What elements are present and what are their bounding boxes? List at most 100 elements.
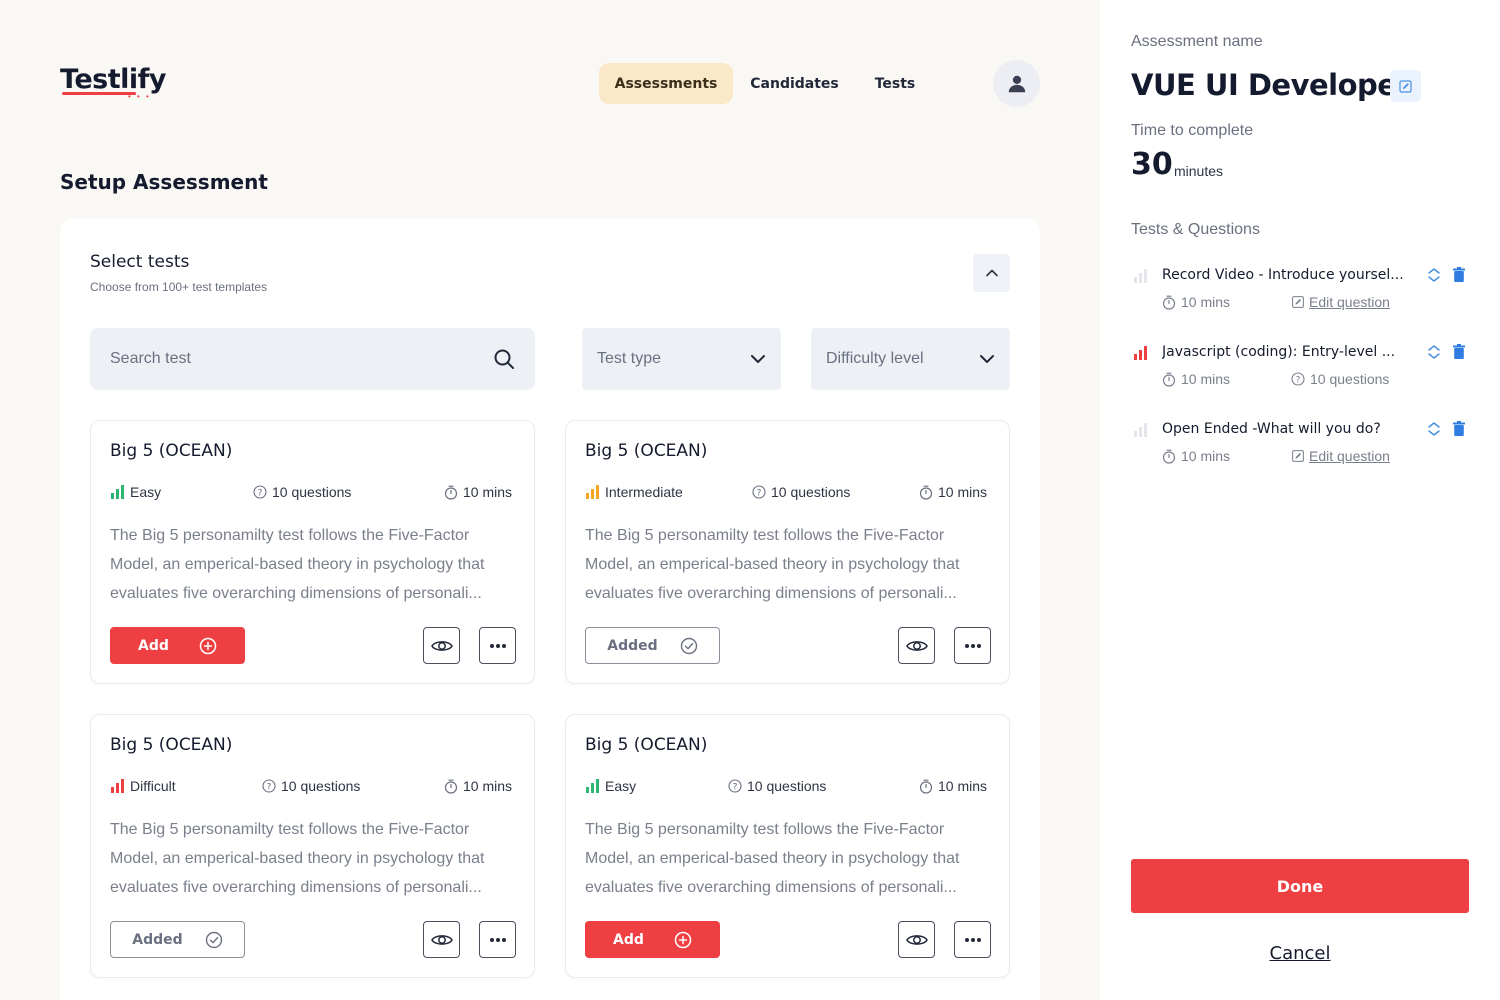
added-button[interactable]: Added xyxy=(585,627,720,664)
nav-tests[interactable]: Tests xyxy=(860,63,930,104)
more-icon xyxy=(964,937,981,942)
select-tests-panel: Select tests Choose from 100+ test templ… xyxy=(60,219,1040,1000)
cancel-button[interactable]: Cancel xyxy=(1131,943,1469,964)
selected-test-item: Record Video - Introduce yoursel... 10 m… xyxy=(1131,263,1471,323)
more-options-button[interactable] xyxy=(954,921,991,958)
edit-icon xyxy=(1292,296,1304,308)
questions-meta: ? 10 questions xyxy=(1291,371,1389,387)
reorder-icon[interactable] xyxy=(1427,421,1441,437)
difficulty-label: Intermediate xyxy=(605,484,683,500)
duration-meta: 10 mins xyxy=(1162,294,1230,310)
user-avatar[interactable] xyxy=(993,60,1040,107)
timer-icon xyxy=(1162,295,1176,310)
selected-test-item: Javascript (coding): Entry-level ... 10 … xyxy=(1131,340,1471,400)
trash-icon[interactable] xyxy=(1453,344,1465,359)
duration-value: 10 mins xyxy=(938,778,988,794)
test-card-description: The Big 5 personamilty test follows the … xyxy=(585,527,960,602)
added-button-label: Added xyxy=(607,637,658,654)
page-title: Setup Assessment xyxy=(60,170,268,194)
reorder-icon[interactable] xyxy=(1427,267,1441,283)
logo-dots: • • • xyxy=(128,92,151,101)
user-icon xyxy=(1008,75,1025,92)
duration-meta: 10 mins xyxy=(1162,448,1230,464)
test-card-title: Big 5 (OCEAN) xyxy=(585,441,708,461)
difficulty-meta: Difficult xyxy=(110,778,176,794)
duration-value: 10 mins xyxy=(463,484,513,500)
reorder-icon[interactable] xyxy=(1427,344,1441,360)
brand-logo[interactable]: Testlify xyxy=(60,64,166,95)
plus-circle-icon xyxy=(674,931,692,948)
preview-button[interactable] xyxy=(898,627,935,664)
add-button[interactable]: Add xyxy=(110,627,245,664)
test-card: Big 5 (OCEAN) Difficult ? 10 questions 1… xyxy=(90,714,535,978)
difficulty-meta: Easy xyxy=(585,778,636,794)
selected-test-title: Javascript (coding): Entry-level ... xyxy=(1162,344,1396,360)
difficulty-meta: Intermediate xyxy=(585,484,683,500)
added-button[interactable]: Added xyxy=(110,921,245,958)
time-unit: minutes xyxy=(1174,163,1224,179)
tests-questions-label: Tests & Questions xyxy=(1131,221,1260,238)
assessment-name-label: Assessment name xyxy=(1131,33,1263,50)
duration-meta: 10 mins xyxy=(919,778,987,794)
nav-candidates[interactable]: Candidates xyxy=(741,63,848,104)
timer-icon xyxy=(444,779,458,794)
add-button-label: Add xyxy=(613,931,644,948)
add-button[interactable]: Add xyxy=(585,921,720,958)
test-card: Big 5 (OCEAN) Easy ? 10 questions 10 min… xyxy=(565,714,1010,978)
collapse-button[interactable] xyxy=(973,254,1010,292)
edit-icon xyxy=(1292,450,1304,462)
difficulty-label: Difficult xyxy=(130,778,176,794)
difficulty-meta: Easy xyxy=(110,484,161,500)
edit-question-label: Edit question xyxy=(1309,294,1390,310)
search-icon[interactable] xyxy=(493,348,515,370)
difficulty-bars-icon xyxy=(586,779,599,793)
svg-text:?: ? xyxy=(1296,376,1301,386)
edit-name-button[interactable] xyxy=(1390,70,1421,102)
more-options-button[interactable] xyxy=(479,627,516,664)
difficulty-value: Difficulty level xyxy=(826,350,924,367)
duration-meta: 10 mins xyxy=(919,484,987,500)
nav-assessments[interactable]: Assessments xyxy=(599,63,733,104)
preview-button[interactable] xyxy=(423,627,460,664)
more-options-button[interactable] xyxy=(479,921,516,958)
questions-count: 10 questions xyxy=(1310,371,1390,387)
search-input[interactable] xyxy=(110,350,493,368)
timer-icon xyxy=(444,485,458,500)
test-type-select[interactable]: Test type xyxy=(582,328,781,390)
chevron-up-icon xyxy=(985,269,998,277)
preview-button[interactable] xyxy=(423,921,460,958)
difficulty-bars-icon xyxy=(111,485,124,499)
edit-question-link[interactable]: Edit question xyxy=(1292,448,1390,464)
search-box xyxy=(90,328,535,390)
done-button[interactable]: Done xyxy=(1131,859,1469,913)
questions-count: 10 questions xyxy=(281,778,361,794)
questions-meta: ? 10 questions xyxy=(262,778,360,794)
trash-icon[interactable] xyxy=(1453,421,1465,436)
difficulty-bars-icon xyxy=(1134,423,1147,437)
questions-meta: ? 10 questions xyxy=(752,484,850,500)
questions-count: 10 questions xyxy=(771,484,851,500)
test-card-description: The Big 5 personamilty test follows the … xyxy=(110,821,485,896)
selected-test-title: Record Video - Introduce yoursel... xyxy=(1162,267,1404,283)
selected-test-title: Open Ended -What will you do? xyxy=(1162,421,1381,437)
question-icon: ? xyxy=(1291,372,1305,386)
difficulty-label: Easy xyxy=(130,484,162,500)
difficulty-bars-icon xyxy=(1134,269,1147,283)
check-circle-icon xyxy=(205,931,222,948)
timer-icon xyxy=(1162,449,1176,464)
difficulty-label: Easy xyxy=(605,778,637,794)
preview-button[interactable] xyxy=(898,921,935,958)
time-label: Time to complete xyxy=(1131,122,1254,139)
svg-text:?: ? xyxy=(258,489,263,499)
timer-icon xyxy=(919,779,933,794)
duration-meta: 10 mins xyxy=(1162,371,1230,387)
difficulty-select[interactable]: Difficulty level xyxy=(811,328,1010,390)
chevron-down-icon xyxy=(980,355,994,363)
svg-text:?: ? xyxy=(267,783,272,793)
trash-icon[interactable] xyxy=(1453,267,1465,282)
test-card: Big 5 (OCEAN) Intermediate ? 10 question… xyxy=(565,420,1010,684)
edit-question-link[interactable]: Edit question xyxy=(1292,294,1390,310)
more-options-button[interactable] xyxy=(954,627,991,664)
more-icon xyxy=(489,643,506,648)
test-card-title: Big 5 (OCEAN) xyxy=(110,441,233,461)
